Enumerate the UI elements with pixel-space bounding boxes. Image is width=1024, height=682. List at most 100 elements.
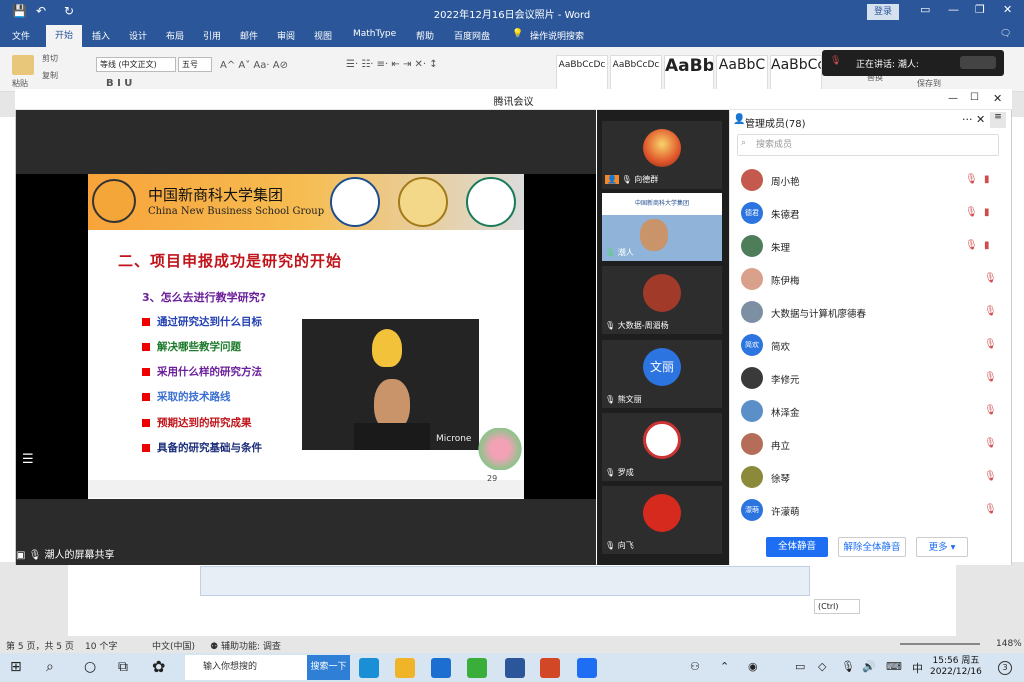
tray-app-icon[interactable]: ◉ — [748, 660, 758, 673]
powerpoint-icon[interactable] — [540, 658, 560, 678]
font-size-select[interactable]: 五号 — [178, 57, 212, 72]
style-title[interactable]: AaBbCc — [770, 55, 822, 91]
accessibility-text: 辅助功能: 调查 — [220, 642, 281, 652]
network-icon[interactable]: ◇ — [818, 660, 826, 673]
tile-name: 👤 🎙 向德群 — [605, 174, 658, 185]
unmute-all-button[interactable]: 解除全体静音 — [838, 537, 906, 557]
windows-start-icon[interactable]: ⊞ — [10, 659, 22, 675]
slide-question: 3、怎么去进行教学研究? — [142, 291, 267, 304]
paste-options[interactable]: (Ctrl) — [814, 599, 860, 614]
tab-references[interactable]: 引用 — [203, 29, 221, 42]
tab-review[interactable]: 审阅 — [277, 29, 295, 42]
meeting-minimize-icon[interactable]: — — [948, 93, 958, 104]
word-count[interactable]: 10 个字 — [85, 639, 117, 652]
comment-icon[interactable]: 🗨 — [1000, 29, 1011, 39]
style-heading1[interactable]: AaBb — [664, 55, 714, 91]
minimize-icon[interactable]: — — [948, 3, 959, 16]
volume-icon[interactable]: 🔊 — [862, 660, 876, 673]
list-icon[interactable]: ☰· ☷· ≡· ⇤ ⇥ ✕· ↕ — [346, 59, 438, 70]
keyboard-icon[interactable]: ⌨ — [886, 660, 902, 673]
style-nospacing[interactable]: AaBbCcDc — [610, 55, 662, 91]
restore-icon[interactable]: ❐ — [975, 3, 985, 16]
slide-bullet: 预期达到的研究成果 — [142, 415, 252, 430]
more-button-label: 更多 — [928, 542, 948, 553]
zoom-level[interactable]: 148% — [996, 639, 1022, 649]
panel-close-icon[interactable]: ✕ — [976, 113, 985, 126]
zoom-slider[interactable] — [900, 643, 980, 645]
mic-off-icon[interactable]: 🎙 — [984, 372, 997, 383]
grow-font-icon[interactable]: A^ A˅ Aa· A⊘ — [220, 60, 288, 71]
cortana-icon[interactable]: ○ — [84, 659, 96, 675]
search-icon[interactable]: ⌕ — [46, 659, 54, 675]
camera-off-icon[interactable]: ▮ — [984, 174, 990, 185]
more-icon[interactable]: ··· — [962, 113, 973, 126]
copy-button[interactable]: 复制 — [42, 70, 58, 81]
tab-design[interactable]: 设计 — [129, 29, 147, 42]
page-count[interactable]: 第 5 页，共 5 页 — [6, 639, 74, 652]
close-icon[interactable]: ✕ — [1003, 3, 1012, 16]
accessibility-status[interactable]: ⚉ 辅助功能: 调查 — [210, 639, 281, 652]
tell-me-search[interactable]: 操作说明搜索 — [530, 29, 584, 42]
clock[interactable]: 15:56 周五 2022/12/16 — [930, 656, 982, 678]
tab-baidu[interactable]: 百度网盘 — [454, 29, 490, 42]
word-icon[interactable] — [505, 658, 525, 678]
save-to-button[interactable]: 保存到 — [917, 78, 941, 89]
mic-off-icon[interactable]: 🎙 — [965, 174, 978, 185]
camera-off-icon[interactable]: ▮ — [984, 240, 990, 251]
font-name-select[interactable]: 等线 (中文正文) — [96, 57, 176, 72]
tab-mathtype[interactable]: MathType — [353, 29, 396, 39]
tab-insert[interactable]: 插入 — [92, 29, 110, 42]
ribbon-display-icon[interactable]: ▭ — [920, 3, 930, 16]
tab-home[interactable]: 开始 — [46, 25, 82, 47]
mic-off-icon[interactable]: 🎙 — [965, 240, 978, 251]
mic-off-icon[interactable]: 🎙 — [984, 273, 997, 284]
mic-off-icon[interactable]: 🎙 — [965, 207, 978, 218]
mail-icon[interactable] — [431, 658, 451, 678]
taskbar-search-input[interactable]: 输入你想搜的 搜索一下 — [185, 655, 350, 680]
tab-view[interactable]: 视图 — [314, 29, 332, 42]
battery-icon[interactable]: ▭ — [795, 660, 805, 673]
bold-icon[interactable]: B I U — [106, 78, 132, 89]
mute-all-button[interactable]: 全体静音 — [766, 537, 828, 557]
signin-button[interactable]: 登录 — [867, 4, 899, 20]
slide-bullet-text: 解决哪些教学问题 — [157, 341, 241, 353]
paste-button[interactable]: 粘贴 — [12, 78, 28, 89]
tab-help[interactable]: 帮助 — [416, 29, 434, 42]
tab-mailings[interactable]: 邮件 — [240, 29, 258, 42]
more-button[interactable]: 更多 ▾ — [916, 537, 968, 557]
tab-file[interactable]: 文件 — [12, 29, 30, 42]
member-avatar — [741, 433, 763, 455]
mic-off-icon[interactable]: 🎙 — [984, 339, 997, 350]
edge-icon[interactable] — [359, 658, 379, 678]
mic-off-icon[interactable]: 🎙 — [984, 405, 997, 416]
ime-indicator[interactable]: 中 — [912, 660, 923, 676]
task-view-icon[interactable]: ⧉ — [118, 659, 128, 675]
microphone-icon[interactable]: 🎙 — [841, 660, 855, 673]
camera-off-icon[interactable]: ▮ — [984, 207, 990, 218]
member-avatar — [741, 367, 763, 389]
file-explorer-icon[interactable] — [395, 658, 415, 678]
mic-off-icon[interactable]: 🎙 — [984, 504, 997, 515]
cut-button[interactable]: 剪切 — [42, 53, 58, 64]
people-icon[interactable]: ⚇ — [690, 660, 700, 673]
mic-off-icon[interactable]: 🎙 — [984, 438, 997, 449]
member-search-input[interactable]: 搜索成员 — [737, 134, 999, 156]
language[interactable]: 中文(中国) — [152, 639, 195, 652]
mic-off-icon[interactable]: 🎙 — [984, 306, 997, 317]
meeting-maximize-icon[interactable]: ☐ — [970, 92, 979, 103]
panel-menu-icon[interactable]: ≡ — [990, 112, 1006, 128]
style-normal[interactable]: AaBbCcDc — [556, 55, 608, 91]
mic-off-icon[interactable]: 🎙 — [984, 471, 997, 482]
members-title: 管理成员(78) — [745, 119, 806, 130]
browser-icon[interactable] — [467, 658, 487, 678]
style-heading2[interactable]: AaBbC — [716, 55, 768, 91]
taskbar-search-button[interactable]: 搜索一下 — [307, 655, 350, 680]
menu-icon[interactable]: ☰ — [22, 452, 34, 467]
meeting-close-icon[interactable]: ✕ — [993, 92, 1002, 105]
meeting-app-icon[interactable] — [577, 658, 597, 678]
notification-badge[interactable]: 3 — [998, 661, 1012, 675]
paste-icon[interactable] — [12, 55, 34, 75]
tray-up-icon[interactable]: ⌃ — [720, 660, 729, 673]
tab-layout[interactable]: 布局 — [166, 29, 184, 42]
tencent-meeting-icon[interactable]: ✿ — [152, 657, 165, 676]
